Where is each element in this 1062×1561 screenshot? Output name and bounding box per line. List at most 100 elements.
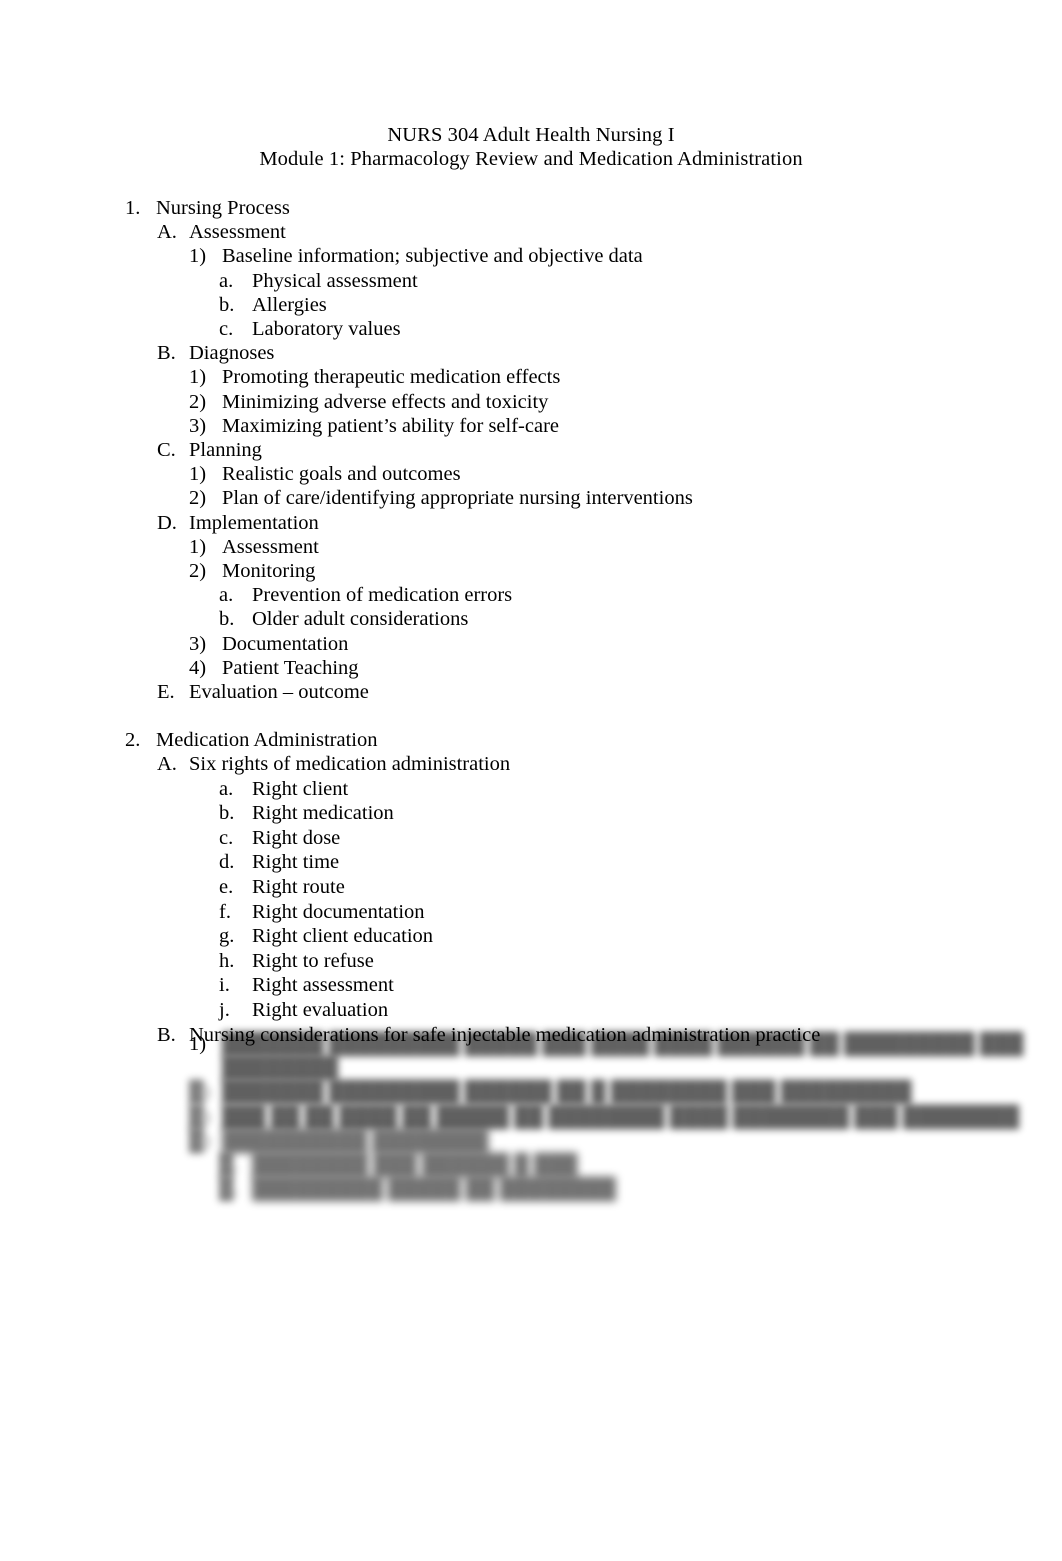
list-item-text: Plan of care/identifying appropriate nur…	[222, 487, 693, 510]
list-item-text: Evaluation – outcome	[189, 681, 369, 704]
list-marker: 2)	[189, 487, 207, 510]
outline-item-2a-b: b. Right medication	[0, 801, 1062, 826]
outline-item-2a: A. Six rights of medication administrati…	[0, 752, 1062, 776]
outline-item-1e: E. Evaluation – outcome	[0, 680, 1062, 704]
list-marker: e.	[219, 876, 234, 899]
list-item-text: Medication Administration	[156, 729, 378, 752]
outline-item-1c1: 1) Realistic goals and outcomes	[0, 462, 1062, 486]
list-item-text: Right time	[252, 851, 340, 874]
list-marker: g.	[219, 925, 235, 948]
list-marker: C.	[157, 439, 176, 462]
list-item-text: Laboratory values	[252, 318, 401, 341]
list-marker: A.	[157, 753, 177, 776]
list-marker: █)	[189, 1129, 211, 1152]
list-marker: c.	[219, 318, 234, 341]
list-marker: c.	[219, 826, 234, 849]
list-item-text: Prevention of medication errors	[252, 584, 513, 607]
list-item-text: Patient Teaching	[222, 656, 359, 679]
list-marker: b.	[219, 293, 235, 316]
list-marker: 2)	[189, 560, 207, 583]
redacted-row: █) ██████████ ████████	[0, 1129, 1062, 1153]
list-marker: D.	[157, 511, 177, 534]
redacted-text: ███████ █████████ ██████ ██ █ ████████ █…	[222, 1081, 912, 1104]
outline-item-1a1: 1) Baseline information; subjective and …	[0, 244, 1062, 268]
outline-item-1d3: 3) Documentation	[0, 632, 1062, 656]
list-item-text: Minimizing adverse effects and toxicity	[222, 390, 549, 413]
outline-item-2a-f: f. Right documentation	[0, 900, 1062, 925]
document-page: NURS 304 Adult Health Nursing I Module 1…	[0, 0, 1062, 1561]
list-item-text: Planning	[189, 439, 262, 462]
list-marker: a.	[219, 269, 234, 292]
list-item-text: Maximizing patient’s ability for self-ca…	[222, 414, 559, 437]
outline-item-1d2a: a. Prevention of medication errors	[0, 583, 1062, 607]
outline-item-1b2: 2) Minimizing adverse effects and toxici…	[0, 390, 1062, 414]
list-item-text: Documentation	[222, 632, 349, 655]
list-marker: B.	[157, 342, 176, 365]
list-marker: 3)	[189, 632, 207, 655]
list-marker: E.	[157, 681, 175, 704]
list-marker: 1)	[189, 463, 207, 486]
list-item-text: Allergies	[252, 293, 327, 316]
outline-item-1d2b: b. Older adult considerations	[0, 607, 1062, 631]
list-marker: a.	[219, 777, 234, 800]
list-item-text: Right to refuse	[252, 949, 374, 972]
list-item-text: Implementation	[189, 511, 319, 534]
outline-item-2a-j: j. Right evaluation	[0, 998, 1062, 1023]
list-marker: b.	[219, 802, 235, 825]
outline-item-1b1: 1) Promoting therapeutic medication effe…	[0, 365, 1062, 389]
list-item-text: Right documentation	[252, 900, 425, 923]
list-marker: i.	[219, 974, 230, 997]
list-item-text: Right client education	[252, 925, 434, 948]
list-marker: █)	[189, 1081, 211, 1104]
outline-item-1a1c: c. Laboratory values	[0, 317, 1062, 341]
list-item-text: Right dose	[252, 826, 341, 849]
outline-item-2a-i: i. Right assessment	[0, 973, 1062, 998]
outline-item-1c2: 2) Plan of care/identifying appropriate …	[0, 486, 1062, 510]
outline-item-2a-h: h. Right to refuse	[0, 949, 1062, 974]
page-subtitle: Module 1: Pharmacology Review and Medica…	[259, 147, 803, 170]
list-marker: A.	[157, 221, 177, 244]
outline-item-1a1a: a. Physical assessment	[0, 269, 1062, 293]
outline-item-1a1b: b. Allergies	[0, 293, 1062, 317]
outline-item-1d2: 2) Monitoring	[0, 559, 1062, 583]
list-marker: b.	[219, 608, 235, 631]
list-item-text: Right evaluation	[252, 999, 389, 1022]
list-marker: 4)	[189, 656, 207, 679]
redacted-text: ███ ██ ██ ████ ██ █████ ██ ████████ ████…	[222, 1105, 1020, 1128]
redacted-row: 1) ███████ █████████ █████ ███ ████ ████…	[0, 1032, 1062, 1056]
list-item-text: Right medication	[252, 802, 394, 825]
redacted-content-block: 1) ███████ █████████ █████ ███ ████ ████…	[0, 1032, 1062, 1201]
list-item-text: Six rights of medication administration	[189, 753, 511, 776]
list-marker: 1)	[189, 535, 207, 558]
document-title-block: NURS 304 Adult Health Nursing I Module 1…	[0, 124, 1062, 171]
list-item-text: Right assessment	[252, 974, 394, 997]
list-item-text: Right route	[252, 876, 345, 899]
redacted-row: █. ████████ ███ ██████ █ ███	[0, 1153, 1062, 1177]
list-marker: 1)	[189, 245, 207, 268]
list-item-text: Promoting therapeutic medication effects	[222, 366, 561, 389]
redacted-text: ███████ █████████ █████ ███ ████ ████ ██…	[222, 1033, 1024, 1055]
list-marker: 1)	[189, 1033, 207, 1055]
list-marker: 1)	[189, 366, 207, 389]
list-marker: 1.	[125, 197, 141, 219]
outline-item-1d4: 4) Patient Teaching	[0, 656, 1062, 680]
list-marker: 2.	[125, 729, 141, 752]
list-item-text: Nursing Process	[156, 197, 290, 219]
redacted-row: █) ███████ █████████ ██████ ██ █ ███████…	[0, 1080, 1062, 1104]
redacted-row: █) ███ ██ ██ ████ ██ █████ ██ ████████ █…	[0, 1105, 1062, 1129]
list-item-text: Monitoring	[222, 560, 316, 583]
outline-item-2a-g: g. Right client education	[0, 924, 1062, 949]
outline-item-1b: B. Diagnoses	[0, 341, 1062, 365]
outline-body: 1. Nursing Process A. Assessment 1) Base…	[0, 196, 1062, 1047]
list-marker: █.	[219, 1154, 239, 1177]
outline-item-section-2: 2. Medication Administration	[0, 728, 1062, 752]
redacted-text: ████████ ███ ██████ █ ███	[252, 1154, 578, 1177]
list-marker: a.	[219, 584, 234, 607]
redacted-text: █████████ █████ ██ ████████	[252, 1178, 616, 1201]
redacted-row: ████████	[0, 1056, 1062, 1080]
outline-item-2a-a: a. Right client	[0, 777, 1062, 802]
list-item-text: Older adult considerations	[252, 608, 469, 631]
outline-item-section-1: 1. Nursing Process	[0, 196, 1062, 220]
outline-item-1a: A. Assessment	[0, 220, 1062, 244]
list-item-text: Assessment	[222, 535, 319, 558]
